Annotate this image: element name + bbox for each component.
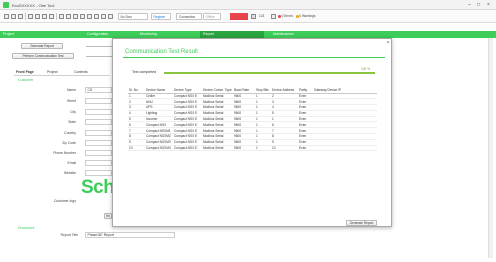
website-label: Website — [63, 171, 76, 175]
page-scrollbar[interactable] — [488, 38, 493, 258]
tab-monitoring[interactable]: Monitoring — [137, 31, 197, 38]
save-icon[interactable] — [18, 13, 23, 19]
close-window-button[interactable]: × — [485, 2, 492, 8]
progress-bar-fill — [164, 72, 375, 75]
perform-communication-test-button[interactable]: Perform Communication Test — [12, 53, 74, 59]
street-field[interactable] — [85, 97, 112, 104]
table-body: 1 Chiller Compact NSX E Modbus Serial 9600 1 2… — [128, 93, 377, 152]
dialog-generate-report-button[interactable]: Generate Report — [346, 220, 377, 226]
phone-number-label: Phone Number — [53, 151, 76, 155]
progress-percent: 100 % — [361, 66, 371, 71]
document-section-title: Document — [18, 226, 35, 230]
communication-test-dialog: × Communication Test Result Test complet… — [112, 38, 392, 227]
status-counter: 123 — [259, 14, 265, 18]
toolbar-separator — [25, 13, 26, 20]
zip-code-field[interactable] — [85, 139, 112, 146]
name-field[interactable]: CS — [85, 86, 112, 93]
table-cell: Even — [298, 145, 313, 152]
log-icon[interactable] — [271, 13, 276, 19]
tab-configuration[interactable]: Configuration — [84, 31, 144, 38]
undo-icon[interactable] — [59, 13, 64, 19]
connection-label: Connection — [176, 13, 202, 20]
city-label: City — [70, 110, 76, 114]
report-title-field[interactable]: Phase187 Report — [85, 231, 175, 238]
dialog-title: Communication Test Result — [125, 49, 198, 55]
table-cell: 10 — [271, 145, 298, 152]
generate-report-button[interactable]: Generate Report — [21, 43, 63, 49]
print-icon[interactable] — [28, 13, 33, 19]
table-row[interactable]: 10 Compact NSXM4 Compact NSX E Modbus Seria… — [128, 145, 377, 152]
error-dot-icon — [278, 14, 281, 18]
redo-icon[interactable] — [66, 13, 71, 19]
header-divider — [86, 46, 112, 48]
table-cell: Compact NSX E — [173, 145, 202, 152]
maximize-button[interactable]: □ — [475, 2, 482, 8]
diagnostics-summary: 0 Errors 0 Warnings — [278, 13, 315, 20]
progress-bar — [164, 72, 375, 75]
result-table: Sr. No Device Name Device Type Device Comm.… — [128, 87, 377, 152]
main-nav: Project Configuration Monitoring Report … — [0, 31, 496, 38]
header-divider — [86, 56, 112, 58]
customer-section-title: Customer — [18, 78, 34, 82]
connection-status: Offline — [203, 13, 221, 20]
state-label: State — [68, 120, 76, 124]
name-label: Name — [66, 88, 76, 92]
copy-icon[interactable] — [80, 13, 85, 19]
dialog-title-rule — [123, 57, 385, 58]
layout-icon[interactable] — [251, 13, 256, 19]
country-label: Country — [64, 131, 76, 135]
street-label: Street — [66, 99, 76, 103]
tab-report[interactable]: Report — [200, 31, 264, 38]
table-cell: 10 — [128, 145, 145, 152]
find-icon[interactable] — [101, 13, 106, 19]
table-cell — [313, 145, 377, 152]
report-subtabs: Front Page Project Contents — [14, 69, 110, 76]
country-field[interactable] — [85, 129, 112, 136]
paste-icon[interactable] — [87, 13, 92, 19]
export-icon[interactable] — [35, 13, 40, 19]
phone-number-field[interactable] — [85, 149, 112, 156]
register-button[interactable]: Register — [151, 13, 171, 20]
website-field[interactable] — [85, 169, 112, 176]
subtab-front-page[interactable]: Front Page — [16, 70, 34, 74]
table-cell: Modbus Serial — [202, 145, 233, 152]
new-file-icon[interactable] — [4, 13, 9, 19]
toolbar: No Scro Register Connection Offline 123 … — [0, 10, 496, 23]
report-title-label: Report Title — [60, 233, 78, 237]
delete-icon[interactable] — [94, 13, 99, 19]
replace-logo-button[interactable]: Re — [104, 213, 112, 219]
minimize-button[interactable]: – — [466, 2, 473, 8]
cut-icon[interactable] — [73, 13, 78, 19]
tab-project[interactable]: Project — [0, 31, 60, 38]
title-bar: EcoSXXXXX - Obe Tool – □ × — [0, 0, 496, 10]
table-cell: 1 — [255, 145, 271, 152]
city-field[interactable] — [85, 108, 112, 115]
mode-selector[interactable]: No Scro — [118, 13, 148, 20]
state-field[interactable] — [85, 118, 112, 125]
tab-maintenance[interactable]: Maintenance — [270, 31, 330, 38]
email-field[interactable] — [85, 159, 112, 166]
settings-icon[interactable] — [49, 13, 54, 19]
subtab-contents[interactable]: Contents — [74, 70, 88, 74]
window-title: EcoSXXXXX - Obe Tool — [12, 2, 55, 8]
alert-button[interactable] — [230, 13, 248, 20]
toolbar-separator — [56, 13, 57, 20]
errors-count[interactable]: 0 Errors — [282, 14, 293, 18]
subtab-project[interactable]: Project — [47, 70, 58, 74]
app-logo-icon — [3, 2, 9, 8]
progress-label: Test completed — [132, 70, 157, 74]
logo-text: Sch — [81, 177, 115, 198]
table-cell: 9600 — [233, 145, 255, 152]
import-icon[interactable] — [42, 13, 47, 19]
help-icon[interactable] — [108, 13, 113, 19]
open-folder-icon[interactable] — [11, 13, 16, 19]
dialog-close-button[interactable]: × — [385, 40, 391, 46]
email-label: Email — [67, 161, 76, 165]
warnings-count[interactable]: 0 Warnings — [299, 14, 315, 18]
table-cell: Compact NSXM4 — [145, 145, 173, 152]
customer-logo-label: Customer logo — [53, 199, 76, 203]
zip-code-label: Zip Code — [62, 141, 76, 145]
